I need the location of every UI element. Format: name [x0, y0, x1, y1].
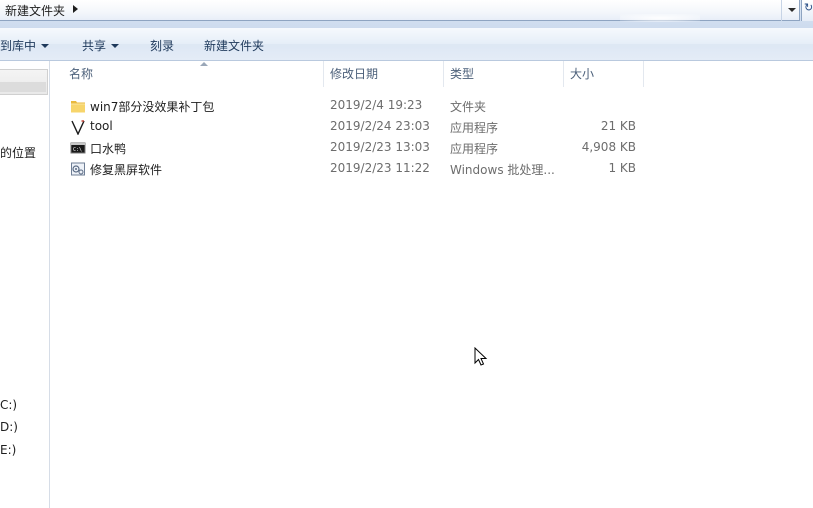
new-folder-button[interactable]: 新建文件夹 — [204, 37, 264, 54]
column-header-size[interactable]: 大小 — [564, 61, 644, 87]
file-row[interactable]: tool 2019/2/24 23:03 应用程序 21 KB — [51, 116, 813, 137]
navigation-pane[interactable]: 的位置 C:) D:) E:) — [0, 61, 50, 508]
nav-pane-field — [0, 82, 46, 92]
refresh-icon: ↻ — [804, 1, 813, 14]
file-date: 2019/2/23 13:03 — [330, 140, 430, 154]
new-folder-label: 新建文件夹 — [204, 39, 265, 53]
address-bar[interactable]: 新建文件夹 — [0, 0, 800, 22]
share-button[interactable]: 共享 — [82, 37, 120, 54]
file-type: 应用程序 — [450, 142, 499, 156]
batch-file-icon — [71, 162, 85, 176]
file-type: Windows 批处理... — [450, 163, 555, 177]
column-header-name[interactable]: 名称 — [61, 61, 324, 87]
chevron-down-icon — [111, 44, 120, 48]
file-list[interactable]: 名称 修改日期 类型 大小 win7部分没效果补丁包 2019/2/4 19:2… — [51, 61, 813, 508]
vim-tool-icon — [71, 120, 85, 135]
file-date: 2019/2/4 19:23 — [330, 98, 423, 112]
column-header-name-label: 名称 — [69, 67, 94, 81]
column-header-date[interactable]: 修改日期 — [324, 61, 444, 87]
breadcrumb-current-folder[interactable]: 新建文件夹 — [5, 2, 65, 19]
file-size: 1 KB — [608, 161, 636, 175]
refresh-button[interactable]: ↻ — [801, 0, 813, 21]
share-label: 共享 — [82, 39, 107, 53]
file-name: 修复黑屏软件 — [90, 163, 163, 177]
nav-item-places[interactable]: 的位置 — [0, 144, 36, 161]
sort-ascending-icon — [200, 62, 208, 66]
file-name: 口水鸭 — [90, 142, 127, 156]
nav-item-drive-e[interactable]: E:) — [0, 443, 16, 457]
file-row[interactable]: 修复黑屏软件 2019/2/23 11:22 Windows 批处理... 1 … — [51, 158, 813, 179]
nav-pane-search-box[interactable] — [0, 69, 48, 95]
breadcrumb-chevron-icon[interactable] — [73, 5, 78, 13]
column-header-date-label: 修改日期 — [330, 67, 379, 81]
file-size: 4,908 KB — [581, 140, 636, 154]
nav-item-drive-d[interactable]: D:) — [0, 420, 18, 434]
nav-item-drive-c[interactable]: C:) — [0, 398, 17, 412]
chevron-down-icon — [41, 44, 50, 48]
column-header-size-label: 大小 — [570, 67, 595, 81]
include-in-library-button[interactable]: 到库中 — [0, 37, 50, 54]
address-bar-strip: 新建文件夹 ↻ — [0, 0, 813, 29]
column-header-type[interactable]: 类型 — [444, 61, 564, 87]
file-name: win7部分没效果补丁包 — [90, 100, 215, 114]
file-date: 2019/2/23 11:22 — [330, 161, 430, 175]
mouse-pointer-icon — [474, 347, 488, 366]
file-type: 应用程序 — [450, 121, 499, 135]
file-row[interactable]: win7部分没效果补丁包 2019/2/4 19:23 文件夹 — [51, 95, 813, 116]
file-name: tool — [90, 119, 113, 133]
explorer-window: 新建文件夹 ↻ 到库中 共享 刻录 新建文件夹 的位置 C:) D:) E:) … — [0, 0, 813, 508]
address-bar-highlight — [620, 14, 700, 22]
command-bar: 到库中 共享 刻录 新建文件夹 — [0, 28, 813, 61]
chevron-down-icon — [788, 8, 796, 12]
column-header-type-label: 类型 — [450, 67, 475, 81]
burn-label: 刻录 — [150, 39, 175, 53]
file-type: 文件夹 — [450, 100, 487, 114]
file-size: 21 KB — [600, 119, 636, 133]
folder-icon — [71, 101, 85, 113]
file-row[interactable]: C:\ 口水鸭 2019/2/23 13:03 应用程序 4,908 KB — [51, 137, 813, 158]
address-history-dropdown[interactable] — [781, 0, 800, 21]
console-app-icon: C:\ — [70, 142, 86, 154]
file-date: 2019/2/24 23:03 — [330, 119, 430, 133]
include-in-library-label: 到库中 — [0, 39, 37, 53]
burn-button[interactable]: 刻录 — [150, 37, 174, 54]
svg-text:C:\: C:\ — [73, 147, 82, 153]
